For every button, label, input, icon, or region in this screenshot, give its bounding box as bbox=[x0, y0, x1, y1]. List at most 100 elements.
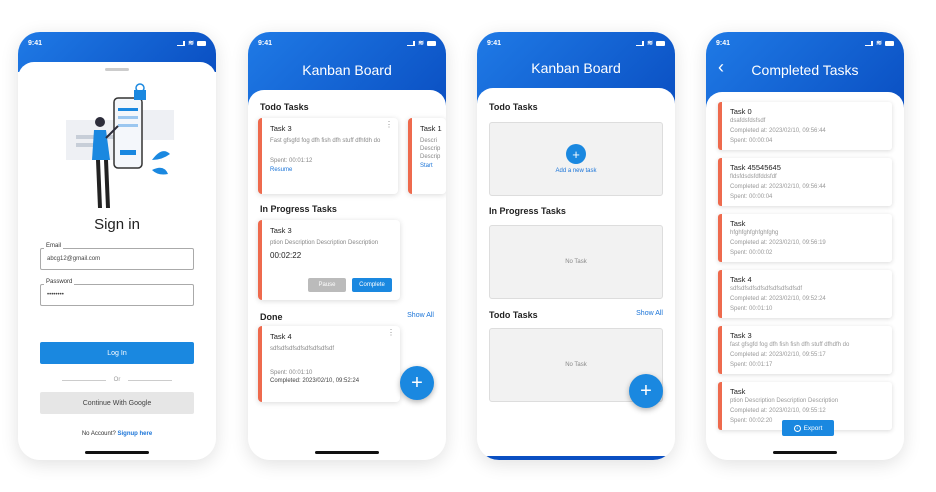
divider-line-left bbox=[62, 379, 106, 381]
signin-phone: 9:41 ≋ Sign in abcg12@gmail.com Email ••… bbox=[18, 32, 216, 460]
more-icon[interactable]: ⋮ bbox=[385, 121, 393, 129]
wifi-icon: ≋ bbox=[647, 40, 653, 47]
completed-phone: 9:41 ≋ ‹ Completed Tasks Task 0 dsafdsfds… bbox=[706, 32, 904, 460]
or-text: Or bbox=[113, 377, 121, 383]
completed-body: Task 0 dsafdsfdsfsdf Completed at: 2023/02… bbox=[706, 92, 904, 460]
task-completed: Completed at: 2023/02/10, 09:56:44 bbox=[730, 128, 826, 134]
task-name: Task 3 bbox=[730, 331, 752, 340]
empty-progress: No Task bbox=[489, 225, 663, 299]
task-completed: Completed at: 2023/02/10, 09:56:44 bbox=[730, 184, 826, 190]
card-spent: Spent: 00:01:12 bbox=[270, 158, 313, 164]
no-task-text: No Task bbox=[565, 362, 587, 368]
email-value: abcg12@gmail.com bbox=[47, 256, 101, 262]
show-all-link[interactable]: Show All bbox=[636, 310, 663, 317]
completed-task-card[interactable]: Task 3 fast gfsgfd fog dfh fish fish dfh … bbox=[718, 326, 892, 374]
pause-button[interactable]: Pause bbox=[308, 278, 346, 292]
card-completed: Completed: 2023/02/10, 09:52:24 bbox=[270, 378, 360, 384]
task-name: Task 45545645 bbox=[730, 163, 781, 172]
add-task-button[interactable]: + bbox=[629, 374, 663, 408]
resume-link[interactable]: Resume bbox=[270, 167, 390, 173]
battery-icon bbox=[427, 41, 436, 46]
no-task-text: No Task bbox=[565, 259, 587, 265]
todo-card[interactable]: Task 1 Descri Descrip Descrip Start bbox=[408, 118, 446, 194]
task-spent: Spent: 00:00:02 bbox=[730, 250, 773, 256]
wifi-icon: ≋ bbox=[418, 40, 424, 47]
google-button[interactable]: Continue With Google bbox=[40, 392, 194, 414]
completed-task-card[interactable]: Task 45545645 fldsfdsdsfdfddsfdf Completed… bbox=[718, 158, 892, 206]
email-label: Email bbox=[44, 243, 64, 249]
progress-card[interactable]: Task 3 ption Description Description Des… bbox=[258, 220, 400, 300]
todo-heading: Todo Tasks bbox=[489, 102, 538, 112]
signup-link[interactable]: Signup here bbox=[118, 431, 153, 437]
task-completed: Completed at: 2023/02/10, 09:52:24 bbox=[730, 296, 826, 302]
completed-task-card[interactable]: Task 0 dsafdsfdsfsdf Completed at: 2023/02… bbox=[718, 102, 892, 150]
page-title: Kanban Board bbox=[302, 62, 392, 78]
divider-line-right bbox=[128, 379, 173, 381]
status-bar: 9:41 ≋ bbox=[28, 40, 206, 47]
password-label: Password bbox=[44, 279, 75, 285]
signal-icon bbox=[865, 41, 874, 46]
signal-icon bbox=[177, 41, 186, 46]
task-desc: fldsfdsdsfdfddsfdf bbox=[730, 174, 777, 180]
task-desc: fast gfsgfd fog dfh fish fish dfh stuff … bbox=[730, 342, 850, 348]
card-title: Task 3 bbox=[270, 124, 292, 133]
export-label: Export bbox=[803, 424, 823, 432]
card-title: Task 3 bbox=[270, 226, 292, 235]
battery-icon bbox=[885, 41, 894, 46]
signin-illustration bbox=[66, 83, 174, 208]
task-desc: ption Description Description Descriptio… bbox=[730, 398, 839, 404]
more-icon[interactable]: ⋮ bbox=[387, 329, 395, 337]
task-spent: Spent: 00:00:04 bbox=[730, 138, 773, 144]
card-spent: Spent: 00:01:10 bbox=[270, 370, 313, 376]
kanban-phone: 9:41 ≋ Kanban Board Todo Tasks ⋮ Task 3 … bbox=[248, 32, 446, 460]
signin-sheet: Sign in abcg12@gmail.com Email •••••••• … bbox=[18, 62, 216, 460]
progress-heading: In Progress Tasks bbox=[260, 204, 337, 214]
add-text: Add a new task bbox=[555, 168, 597, 174]
todo-heading: Todo Tasks bbox=[260, 102, 309, 112]
timer: 00:02:22 bbox=[270, 251, 302, 260]
task-name: Task 0 bbox=[730, 107, 752, 116]
wifi-icon: ≋ bbox=[876, 40, 882, 47]
signin-title: Sign in bbox=[94, 216, 140, 233]
done-card[interactable]: ⋮ Task 4 sdfsdfsdfsdfsdfsdfsdfsdf Spent:… bbox=[258, 326, 400, 402]
todo-heading-2: Todo Tasks bbox=[489, 310, 538, 320]
task-desc: sdfsdfsdfsdfsdfsdfsdfsdfsdf bbox=[730, 286, 803, 292]
page-title: Completed Tasks bbox=[751, 62, 859, 78]
task-completed: Completed at: 2023/02/10, 09:55:12 bbox=[730, 408, 826, 414]
progress-heading: In Progress Tasks bbox=[489, 206, 566, 216]
completed-task-card[interactable]: Task hfghfghfghfghfghg Completed at: 2023/… bbox=[718, 214, 892, 262]
password-value: •••••••• bbox=[47, 292, 64, 298]
show-all-link[interactable]: Show All bbox=[407, 312, 434, 319]
status-time: 9:41 bbox=[258, 40, 273, 47]
battery-icon bbox=[197, 41, 206, 46]
kanban-body: Todo Tasks ⋮ Task 3 Fast gfsgfd fog dfh … bbox=[248, 90, 446, 460]
task-name: Task bbox=[730, 219, 746, 228]
or-divider: Or bbox=[62, 375, 173, 385]
todo-card[interactable]: ⋮ Task 3 Fast gfsgfd fog dfh fish dfh st… bbox=[258, 118, 398, 194]
start-link[interactable]: Start bbox=[420, 163, 446, 169]
add-icon[interactable]: + bbox=[566, 144, 586, 164]
home-indicator bbox=[773, 451, 837, 454]
add-task-area[interactable]: + Add a new task bbox=[489, 122, 663, 196]
password-field[interactable]: •••••••• bbox=[40, 284, 194, 306]
export-button[interactable]: ↓ Export bbox=[782, 420, 834, 436]
complete-button[interactable]: Complete bbox=[352, 278, 392, 292]
login-button[interactable]: Log In bbox=[40, 342, 194, 364]
home-indicator bbox=[315, 451, 379, 454]
wifi-icon: ≋ bbox=[188, 40, 194, 47]
task-completed: Completed at: 2023/02/10, 09:55:17 bbox=[730, 352, 826, 358]
card-desc: Descri Descrip Descrip bbox=[420, 138, 441, 160]
card-desc: ption Description Description Descriptio… bbox=[270, 240, 379, 246]
task-name: Task bbox=[730, 387, 746, 396]
page-title: Kanban Board bbox=[531, 60, 621, 76]
status-bar: 9:41 ≋ bbox=[258, 40, 436, 47]
add-task-button[interactable]: + bbox=[400, 366, 434, 400]
card-title: Task 1 bbox=[420, 124, 442, 133]
completed-task-card[interactable]: Task 4 sdfsdfsdfsdfsdfsdfsdfsdfsdf Complet… bbox=[718, 270, 892, 318]
email-field[interactable]: abcg12@gmail.com bbox=[40, 248, 194, 270]
card-desc: sdfsdfsdfsdfsdfsdfsdfsdf bbox=[270, 346, 335, 352]
download-icon: ↓ bbox=[793, 424, 801, 432]
task-name: Task 4 bbox=[730, 275, 752, 284]
done-heading: Done bbox=[260, 312, 283, 322]
task-desc: hfghfghfghfghfghg bbox=[730, 230, 779, 236]
